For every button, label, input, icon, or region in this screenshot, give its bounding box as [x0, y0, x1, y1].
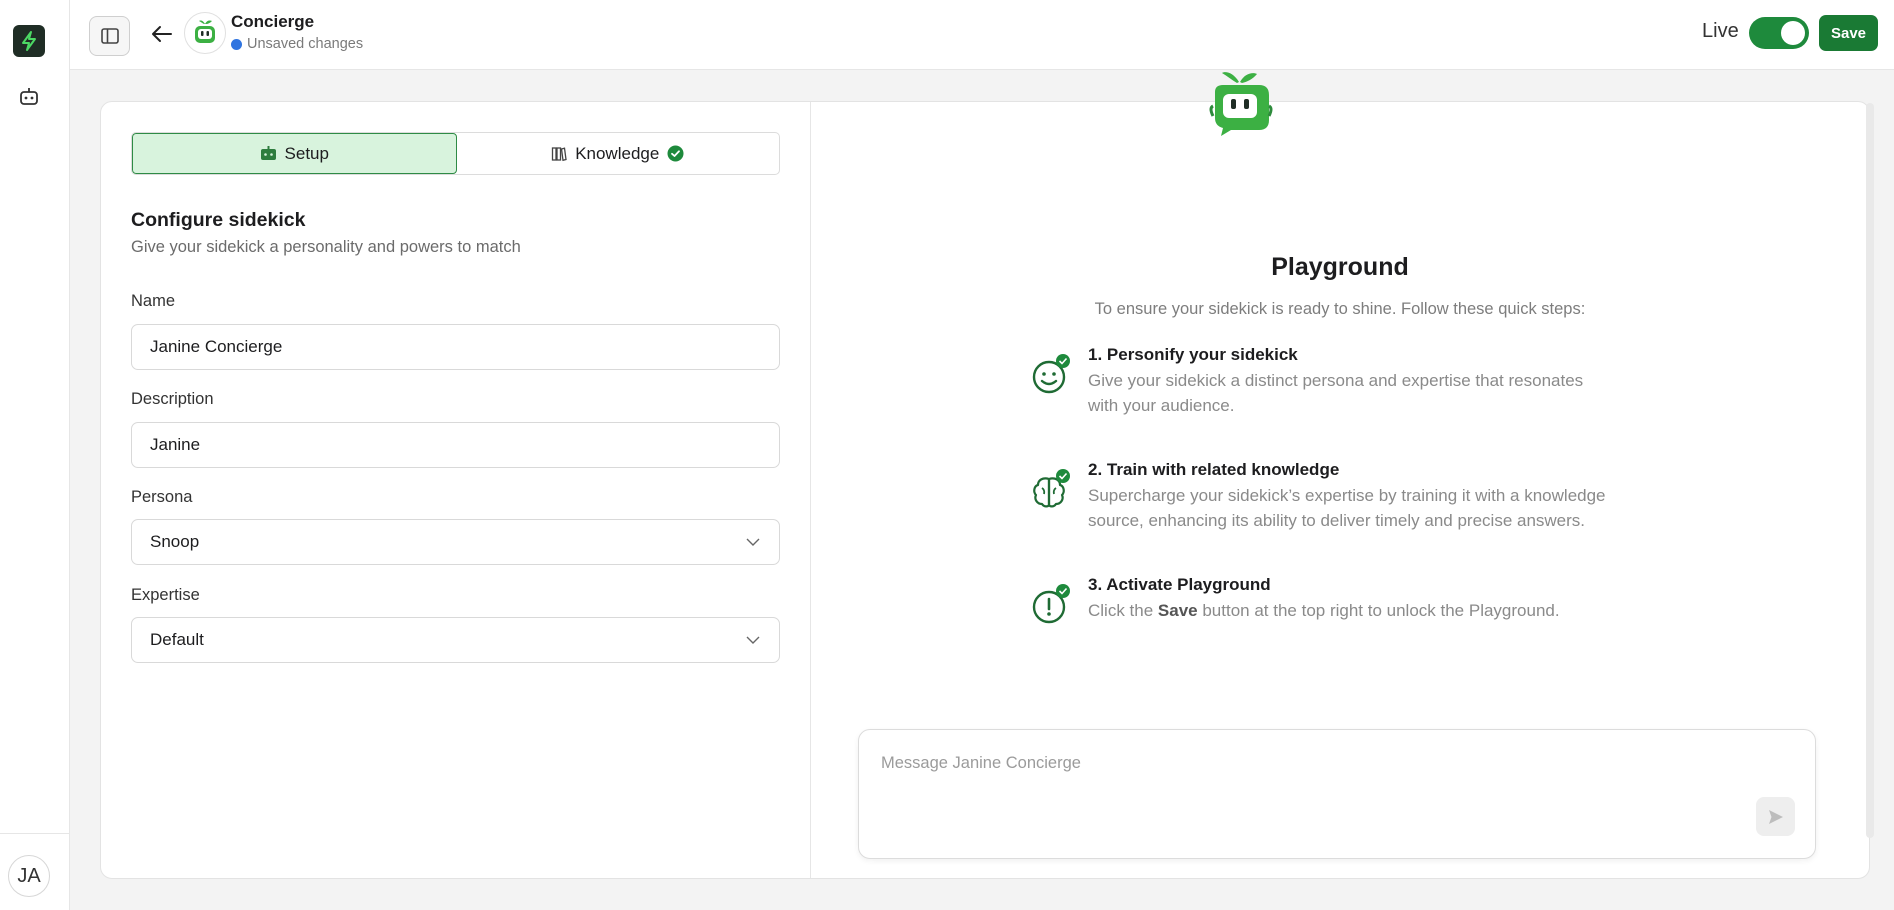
status-indicator: Unsaved changes — [231, 36, 363, 52]
expertise-value: Default — [150, 630, 204, 649]
status-text: Unsaved changes — [247, 36, 364, 52]
chevron-down-icon — [746, 538, 760, 546]
description-field[interactable]: Janine — [131, 422, 780, 468]
persona-value: Snoop — [150, 532, 200, 551]
description-label: Description — [131, 390, 214, 408]
message-composer[interactable]: Message Janine Concierge — [858, 729, 1816, 859]
save-button[interactable]: Save — [1819, 15, 1878, 51]
tab-setup[interactable]: Setup — [132, 133, 457, 174]
playground-title: Playground — [1271, 253, 1409, 281]
expertise-select[interactable]: Default — [131, 617, 780, 663]
sidekick-logo-icon — [195, 20, 215, 43]
agent-title: Concierge — [231, 12, 315, 31]
books-icon — [552, 146, 567, 161]
playground-logo-icon — [1209, 72, 1273, 136]
toggle-knob — [1781, 21, 1805, 45]
send-icon — [1768, 809, 1783, 824]
name-value: Janine Concierge — [150, 337, 283, 356]
check-circle-icon — [667, 145, 684, 162]
persona-select[interactable]: Snoop — [131, 519, 780, 565]
step-3-desc-pre: Click the — [1088, 601, 1158, 620]
tab-setup-label: Setup — [284, 143, 329, 163]
expertise-label: Expertise — [131, 586, 200, 604]
agent-avatar — [184, 12, 226, 54]
live-toggle[interactable] — [1749, 17, 1809, 49]
tab-bar: Setup Knowledge — [131, 132, 780, 175]
section-subtitle: Give your sidekick a personality and pow… — [131, 238, 521, 256]
live-label: Live — [1702, 20, 1739, 42]
step-3-desc-save: Save — [1157, 601, 1198, 620]
alert-icon — [1032, 584, 1070, 624]
step-3-desc-post: button at the top right to unlock the Pl… — [1197, 601, 1560, 620]
persona-label: Persona — [131, 488, 193, 506]
tab-knowledge-label: Knowledge — [575, 143, 660, 163]
brain-icon — [1033, 469, 1070, 508]
step-1-title: 1. Personify your sidekick — [1088, 345, 1298, 364]
user-avatar[interactable]: JA — [8, 855, 50, 897]
step-3-description: Click the Save button at the top right t… — [1088, 598, 1668, 623]
playground-subtitle: To ensure your sidekick is ready to shin… — [1094, 300, 1586, 318]
name-field[interactable]: Janine Concierge — [131, 324, 780, 370]
tab-knowledge[interactable]: Knowledge — [457, 133, 780, 174]
arrow-left-icon — [152, 26, 172, 42]
description-value: Janine — [150, 435, 201, 454]
sidebar-icon — [100, 28, 119, 44]
status-dot — [231, 38, 242, 50]
app-logo-icon[interactable] — [13, 25, 45, 57]
chevron-down-icon — [746, 636, 760, 644]
section-title: Configure sidekick — [131, 209, 306, 231]
send-button[interactable] — [1756, 797, 1795, 836]
top-bar: Concierge Unsaved changes Live Save — [70, 0, 1894, 70]
message-input[interactable]: Message Janine Concierge — [881, 754, 1081, 773]
back-button[interactable] — [148, 20, 176, 48]
rail-divider — [0, 833, 70, 834]
name-label: Name — [131, 292, 176, 310]
step-3-title: 3. Activate Playground — [1088, 575, 1271, 594]
step-1-description: Give your sidekick a distinct persona an… — [1088, 371, 1584, 415]
main-card: Setup Knowledge Configure sidekick Give … — [100, 72, 1870, 879]
scrollbar[interactable] — [1866, 103, 1874, 838]
bot-icon — [260, 146, 276, 160]
smile-icon — [1032, 354, 1070, 394]
sidebar-toggle-button[interactable] — [89, 16, 130, 56]
left-rail: JA — [0, 0, 70, 910]
step-2-description: Supercharge your sidekick’s expertise by… — [1088, 486, 1606, 530]
bot-nav-icon[interactable] — [17, 85, 41, 109]
step-2-title: 2. Train with related knowledge — [1088, 460, 1340, 479]
pane-divider — [810, 102, 811, 878]
